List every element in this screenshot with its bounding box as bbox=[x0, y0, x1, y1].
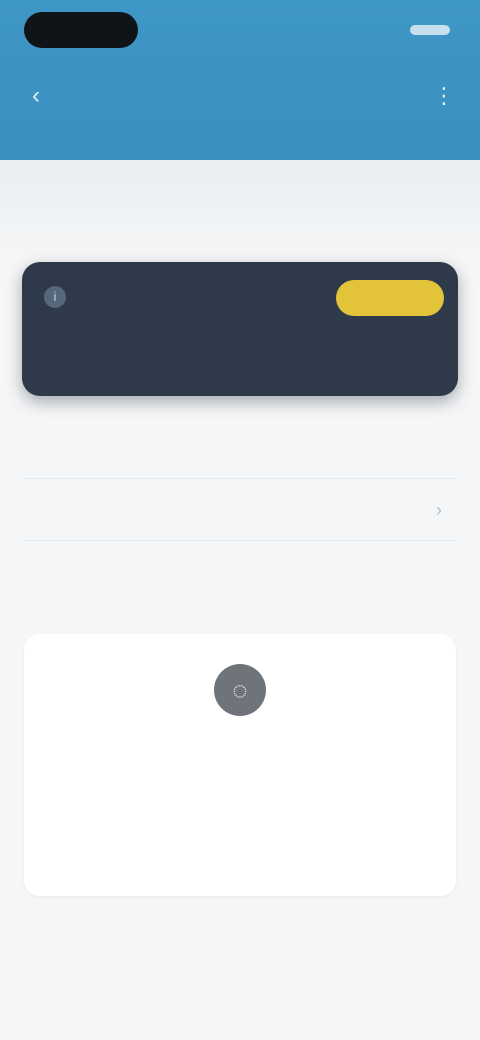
list-item[interactable]: › bbox=[22, 484, 458, 541]
empty-icon: ◌ bbox=[214, 664, 266, 716]
app-header: ‹ ⋮ bbox=[0, 0, 480, 160]
status-bar bbox=[0, 0, 480, 60]
back-arrow-icon[interactable]: ‹ bbox=[22, 82, 50, 110]
empty-state-card: ◌ bbox=[24, 634, 456, 896]
content-top-fade bbox=[0, 160, 480, 260]
nav-bar: ‹ ⋮ bbox=[0, 72, 480, 120]
info-icon: i bbox=[44, 286, 66, 308]
list-item[interactable] bbox=[22, 422, 458, 479]
promo-card[interactable]: i bbox=[22, 262, 458, 396]
status-pill bbox=[24, 12, 138, 48]
battery-icon bbox=[410, 25, 450, 35]
status-indicators bbox=[404, 16, 450, 44]
promo-badge-button[interactable] bbox=[336, 280, 444, 316]
more-icon[interactable]: ⋮ bbox=[430, 82, 458, 110]
chevron-right-icon: › bbox=[436, 500, 442, 520]
